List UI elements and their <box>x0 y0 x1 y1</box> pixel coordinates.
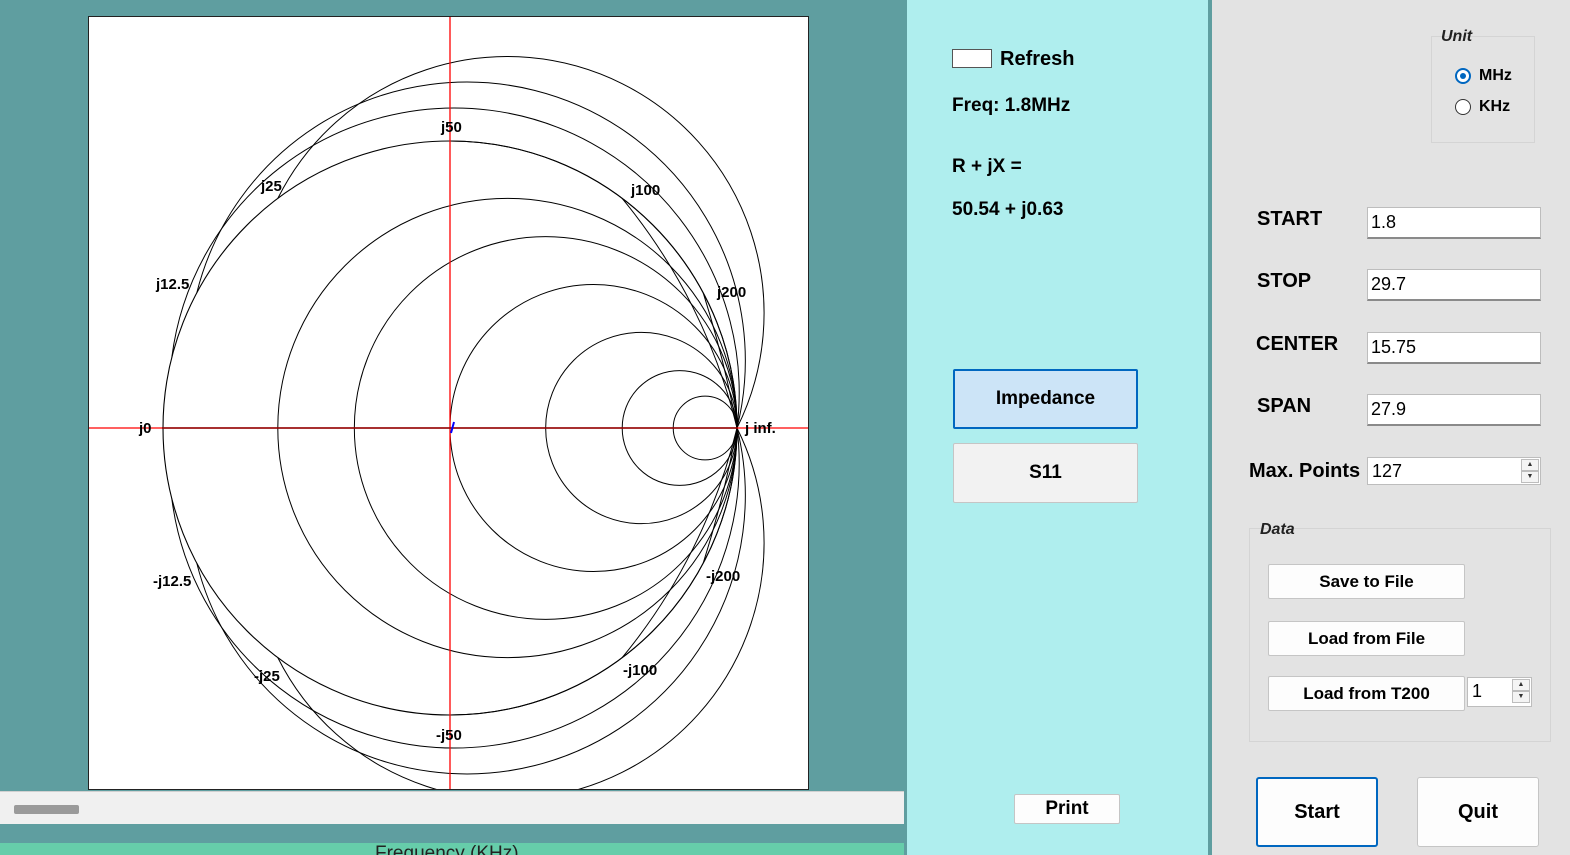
label-neg-j25: -j25 <box>254 668 280 685</box>
load-from-t200-button[interactable]: Load from T200 <box>1268 676 1465 711</box>
stop-input[interactable] <box>1367 269 1541 301</box>
max-points-spinner[interactable]: 127 ▲ ▼ <box>1367 457 1541 485</box>
scrollbar-thumb[interactable] <box>14 805 79 814</box>
readout-panel: Refresh Freq: 1.8MHz R + jX = 50.54 + j0… <box>907 0 1208 855</box>
print-button[interactable]: Print <box>1014 794 1120 824</box>
frequency-axis-strip: Frequency (KHz) <box>0 843 904 855</box>
center-label: CENTER <box>1256 333 1339 355</box>
refresh-checkbox[interactable] <box>952 49 992 68</box>
label-neg-j12-5: -j12.5 <box>153 573 191 590</box>
settings-panel: Unit MHz KHz START STOP CENTER SPAN Max.… <box>1212 0 1570 855</box>
reactance-arc-negative <box>171 427 740 749</box>
impedance-readout-label: R + jX = <box>952 156 1022 177</box>
label-j0: j0 <box>138 420 152 437</box>
spin-down-icon[interactable]: ▼ <box>1512 691 1530 703</box>
smith-chart-svg: j0 j inf. j50 j25 j100 j12.5 j200 -j12.5… <box>89 17 808 789</box>
s11-button[interactable]: S11 <box>953 443 1138 503</box>
unit-group <box>1431 36 1535 143</box>
label-j-inf: j inf. <box>744 420 776 437</box>
unit-khz-label[interactable]: KHz <box>1479 98 1510 116</box>
label-neg-j200: -j200 <box>706 568 740 585</box>
spin-down-icon[interactable]: ▼ <box>1521 471 1539 483</box>
span-input[interactable] <box>1367 394 1541 426</box>
span-label: SPAN <box>1257 395 1312 417</box>
max-points-value[interactable]: 127 <box>1372 461 1402 482</box>
unit-group-title: Unit <box>1441 28 1473 45</box>
impedance-readout-value: 50.54 + j0.63 <box>952 199 1064 220</box>
spin-up-icon[interactable]: ▲ <box>1512 679 1530 691</box>
label-neg-j100: -j100 <box>623 662 657 679</box>
label-j200: j200 <box>716 284 746 301</box>
frequency-readout: Freq: 1.8MHz <box>952 95 1071 116</box>
label-j50: j50 <box>440 119 462 136</box>
frequency-axis-label: Frequency (KHz) <box>375 843 519 855</box>
load-from-file-button[interactable]: Load from File <box>1268 621 1465 656</box>
save-to-file-button[interactable]: Save to File <box>1268 564 1465 599</box>
impedance-button[interactable]: Impedance <box>953 369 1138 429</box>
chart-panel: j0 j inf. j50 j25 j100 j12.5 j200 -j12.5… <box>0 0 907 855</box>
start-label: START <box>1257 208 1323 230</box>
data-group-title: Data <box>1260 521 1295 538</box>
start-button[interactable]: Start <box>1256 777 1378 847</box>
horizontal-scrollbar[interactable] <box>0 791 904 824</box>
smith-chart[interactable]: j0 j inf. j50 j25 j100 j12.5 j200 -j12.5… <box>88 16 809 790</box>
reactance-arc-positive <box>171 107 740 429</box>
unit-mhz-radio[interactable] <box>1455 68 1471 84</box>
label-j100: j100 <box>630 182 660 199</box>
label-neg-j50: -j50 <box>436 727 462 744</box>
label-j12-5: j12.5 <box>155 276 189 293</box>
t200-channel-value[interactable]: 1 <box>1472 681 1482 702</box>
reactance-arc-positive <box>277 56 765 429</box>
unit-mhz-label[interactable]: MHz <box>1479 67 1512 85</box>
unit-khz-radio[interactable] <box>1455 99 1471 115</box>
quit-button[interactable]: Quit <box>1417 777 1539 847</box>
center-input[interactable] <box>1367 332 1541 364</box>
t200-channel-spinner[interactable]: 1 ▲ ▼ <box>1467 677 1532 707</box>
reactance-arc-negative <box>277 427 765 789</box>
refresh-label[interactable]: Refresh <box>1000 48 1074 71</box>
start-input[interactable] <box>1367 207 1541 239</box>
stop-label: STOP <box>1257 270 1312 292</box>
spin-up-icon[interactable]: ▲ <box>1521 459 1539 471</box>
label-j25: j25 <box>260 178 282 195</box>
max-points-label: Max. Points <box>1249 460 1361 482</box>
